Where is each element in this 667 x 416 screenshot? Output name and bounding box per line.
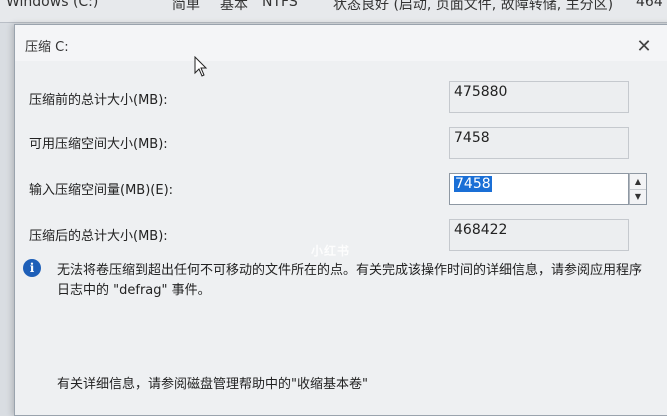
info-icon: i [23, 259, 41, 277]
available-space-label: 可用压缩空间大小(MB): [29, 137, 168, 152]
volume-status: 状态良好 (启动, 页面文件, 故障转储, 主分区) [333, 0, 614, 13]
shrink-amount-value: 7458 [454, 176, 492, 192]
close-icon[interactable]: ✕ [633, 35, 655, 57]
info-message: 无法将卷压缩到超出任何不可移动的文件所在的点。有关完成该操作时间的详细信息，请参… [57, 263, 643, 298]
total-before-label: 压缩前的总计大小(MB): [29, 93, 168, 108]
dialog-titlebar[interactable]: 压缩 C: ✕ [15, 25, 667, 61]
volume-filesystem: NTFS [262, 0, 298, 10]
mouse-cursor-icon [194, 56, 208, 77]
total-after-field: 468422 [449, 219, 629, 251]
help-hint: 有关详细信息，请参阅磁盘管理帮助中的"收缩基本卷" [57, 377, 368, 392]
volume-capacity: 464 [636, 0, 663, 10]
stepper-down-icon[interactable]: ▼ [630, 189, 646, 204]
stepper-up-icon[interactable]: ▲ [630, 174, 646, 190]
shrink-dialog: 压缩 C: ✕ 压缩前的总计大小(MB): 475880 可用压缩空间大小(MB… [14, 24, 667, 416]
shrink-amount-input[interactable]: 7458 [449, 173, 629, 205]
volume-type: 基本 [220, 0, 248, 13]
volume-layout: 简单 [172, 0, 200, 13]
volume-name: Windows (C:) [6, 0, 99, 10]
total-after-label: 压缩后的总计大小(MB): [29, 229, 168, 244]
available-space-field: 7458 [449, 127, 629, 159]
disk-list-row[interactable]: Windows (C:) 简单 基本 NTFS 状态良好 (启动, 页面文件, … [0, 0, 667, 23]
watermark-logo: 小红书 [311, 244, 351, 258]
total-before-field: 475880 [449, 81, 629, 113]
shrink-amount-label: 输入压缩空间量(MB)(E): [29, 183, 174, 198]
shrink-amount-stepper[interactable]: ▲ ▼ [629, 173, 647, 205]
dialog-title: 压缩 C: [25, 40, 69, 55]
